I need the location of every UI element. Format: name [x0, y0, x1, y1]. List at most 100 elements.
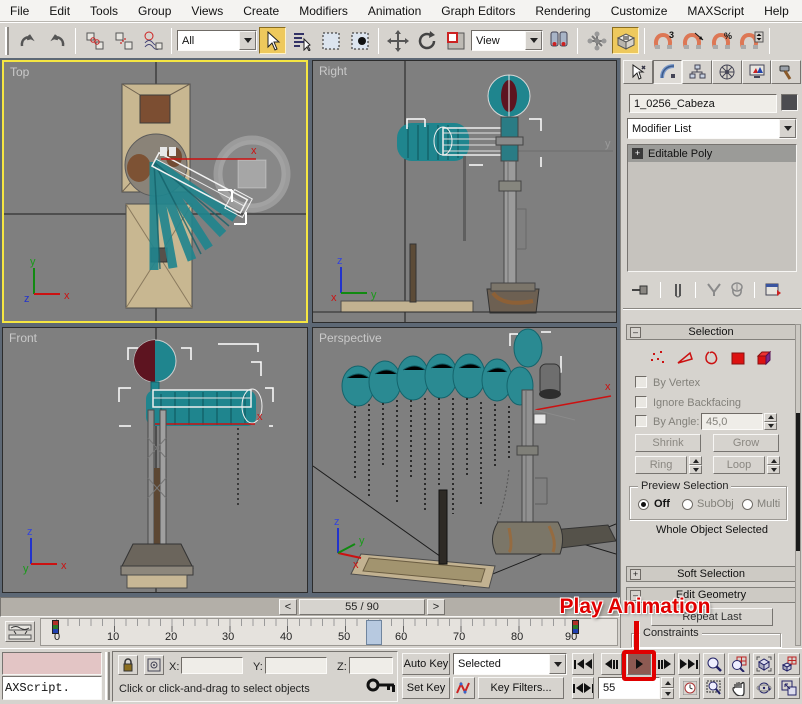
keyframe-marker-90[interactable] — [572, 620, 579, 634]
region-zoom-button[interactable] — [703, 677, 725, 699]
by-angle-field[interactable]: 45,0 — [701, 413, 763, 430]
selection-region-button[interactable] — [317, 27, 344, 54]
pan-button[interactable] — [728, 677, 750, 699]
select-object-button[interactable] — [259, 27, 286, 54]
tab-hierarchy[interactable] — [682, 60, 712, 84]
show-end-result-button[interactable] — [670, 282, 686, 298]
zoom-extents-button[interactable] — [753, 653, 775, 675]
tab-motion[interactable] — [712, 60, 742, 84]
go-to-end-button[interactable] — [678, 653, 700, 675]
object-color-swatch[interactable] — [781, 94, 798, 111]
arc-rotate-button[interactable] — [753, 677, 775, 699]
select-and-rotate-button[interactable] — [413, 27, 440, 54]
element-subobject-button[interactable] — [756, 350, 774, 366]
select-and-scale-button[interactable] — [442, 27, 469, 54]
previous-frame-slider-button[interactable]: < — [279, 599, 297, 615]
tab-display[interactable] — [742, 60, 772, 84]
menu-rendering[interactable]: Rendering — [535, 4, 590, 18]
select-and-move-button[interactable] — [384, 27, 411, 54]
unlink-selection-button[interactable] — [110, 27, 137, 54]
key-mode-toggle-button[interactable] — [572, 677, 594, 699]
by-angle-spinner[interactable] — [764, 413, 777, 430]
viewport-top[interactable]: Top — [2, 60, 308, 323]
edge-subobject-button[interactable] — [676, 350, 694, 366]
make-unique-button[interactable] — [705, 282, 723, 298]
key-filters-button[interactable]: Key Filters... — [478, 677, 564, 699]
next-frame-button[interactable] — [654, 653, 675, 675]
by-angle-checkbox[interactable] — [635, 415, 647, 427]
ring-button[interactable]: Ring — [635, 456, 687, 474]
preview-off-radio[interactable] — [638, 499, 649, 510]
y-coord-field[interactable] — [265, 657, 327, 674]
menu-views[interactable]: Views — [191, 4, 223, 18]
menu-edit[interactable]: Edit — [49, 4, 70, 18]
reference-coordinate-arrow[interactable] — [525, 31, 542, 50]
percent-snap-button[interactable]: % — [708, 27, 735, 54]
selection-filter-dropdown[interactable]: All — [177, 30, 257, 51]
expand-icon[interactable]: + — [630, 569, 641, 580]
viewport-front[interactable]: Front x — [2, 327, 308, 593]
maxscript-listener-field[interactable]: AXScript. — [2, 676, 102, 700]
shrink-button[interactable]: Shrink — [635, 434, 701, 452]
menu-customize[interactable]: Customize — [611, 4, 668, 18]
use-pivot-center-button[interactable] — [545, 27, 572, 54]
polygon-subobject-button[interactable] — [730, 350, 746, 366]
reference-coordinate-dropdown[interactable]: View — [471, 30, 543, 51]
object-name-field[interactable]: 1_0256_Cabeza — [629, 94, 777, 113]
select-and-manipulate-button[interactable] — [583, 27, 610, 54]
soft-selection-rollout-header[interactable]: + Soft Selection — [626, 566, 796, 582]
zoom-button[interactable] — [703, 653, 725, 675]
undo-button[interactable] — [14, 27, 41, 54]
preview-subobj-radio[interactable] — [682, 499, 693, 510]
menu-file[interactable]: File — [10, 4, 29, 18]
selection-filter-arrow[interactable] — [239, 31, 256, 50]
set-key-button[interactable]: Set Key — [402, 677, 450, 699]
stack-expand-icon[interactable]: + — [632, 148, 643, 159]
auto-key-button[interactable]: Auto Key — [402, 653, 450, 675]
menu-graph-editors[interactable]: Graph Editors — [441, 4, 515, 18]
modifier-stack[interactable]: + Editable Poly — [627, 144, 797, 272]
selection-rollout-header[interactable]: – Selection — [626, 324, 796, 340]
go-to-start-button[interactable] — [572, 653, 594, 675]
menu-animation[interactable]: Animation — [368, 4, 421, 18]
mini-curve-editor-button[interactable] — [5, 621, 35, 642]
spinner-snap-button[interactable] — [737, 27, 764, 54]
menu-create[interactable]: Create — [243, 4, 279, 18]
menu-tools[interactable]: Tools — [90, 4, 118, 18]
statusbar-splitter[interactable] — [105, 652, 110, 700]
absolute-mode-button[interactable] — [144, 655, 164, 675]
select-by-name-button[interactable] — [288, 27, 315, 54]
macro-recorder-field[interactable] — [2, 652, 102, 675]
panel-scrollbar-thumb[interactable] — [796, 413, 800, 551]
pin-stack-button[interactable] — [631, 282, 651, 298]
loop-button[interactable]: Loop — [713, 456, 765, 474]
window-crossing-button[interactable] — [346, 27, 373, 54]
menu-maxscript[interactable]: MAXScript — [687, 4, 744, 18]
maximize-viewport-toggle-button[interactable] — [778, 677, 800, 699]
zoom-all-button[interactable] — [728, 653, 750, 675]
frame-spinner[interactable] — [661, 677, 674, 699]
time-slider-bar[interactable]: < 55 / 90 > — [0, 597, 620, 617]
ring-spinner[interactable] — [689, 456, 702, 474]
time-slider-thumb[interactable] — [366, 620, 382, 645]
remove-modifier-button[interactable] — [729, 282, 745, 298]
angle-snap-button[interactable] — [679, 27, 706, 54]
configure-modifier-sets-button[interactable] — [764, 282, 782, 298]
modifier-list-dropdown[interactable]: Modifier List — [627, 118, 797, 139]
tab-create[interactable] — [623, 60, 653, 84]
redo-button[interactable] — [43, 27, 70, 54]
viewport-perspective[interactable]: Perspective — [312, 327, 617, 593]
next-frame-slider-button[interactable]: > — [427, 599, 445, 615]
select-and-link-button[interactable] — [81, 27, 108, 54]
key-mode-curve-button[interactable] — [453, 677, 475, 699]
ignore-backfacing-checkbox[interactable] — [635, 396, 647, 408]
track-bar[interactable]: 0 10 20 30 40 50 60 70 80 90 — [0, 617, 620, 647]
zoom-extents-all-button[interactable] — [778, 653, 800, 675]
snaps-toggle-button[interactable]: 3 — [650, 27, 677, 54]
keyboard-override-toggle-button[interactable] — [612, 27, 639, 54]
x-coord-field[interactable] — [181, 657, 243, 674]
menu-modifiers[interactable]: Modifiers — [299, 4, 348, 18]
menu-group[interactable]: Group — [138, 4, 171, 18]
loop-spinner[interactable] — [767, 456, 780, 474]
tab-modify[interactable] — [653, 60, 683, 84]
